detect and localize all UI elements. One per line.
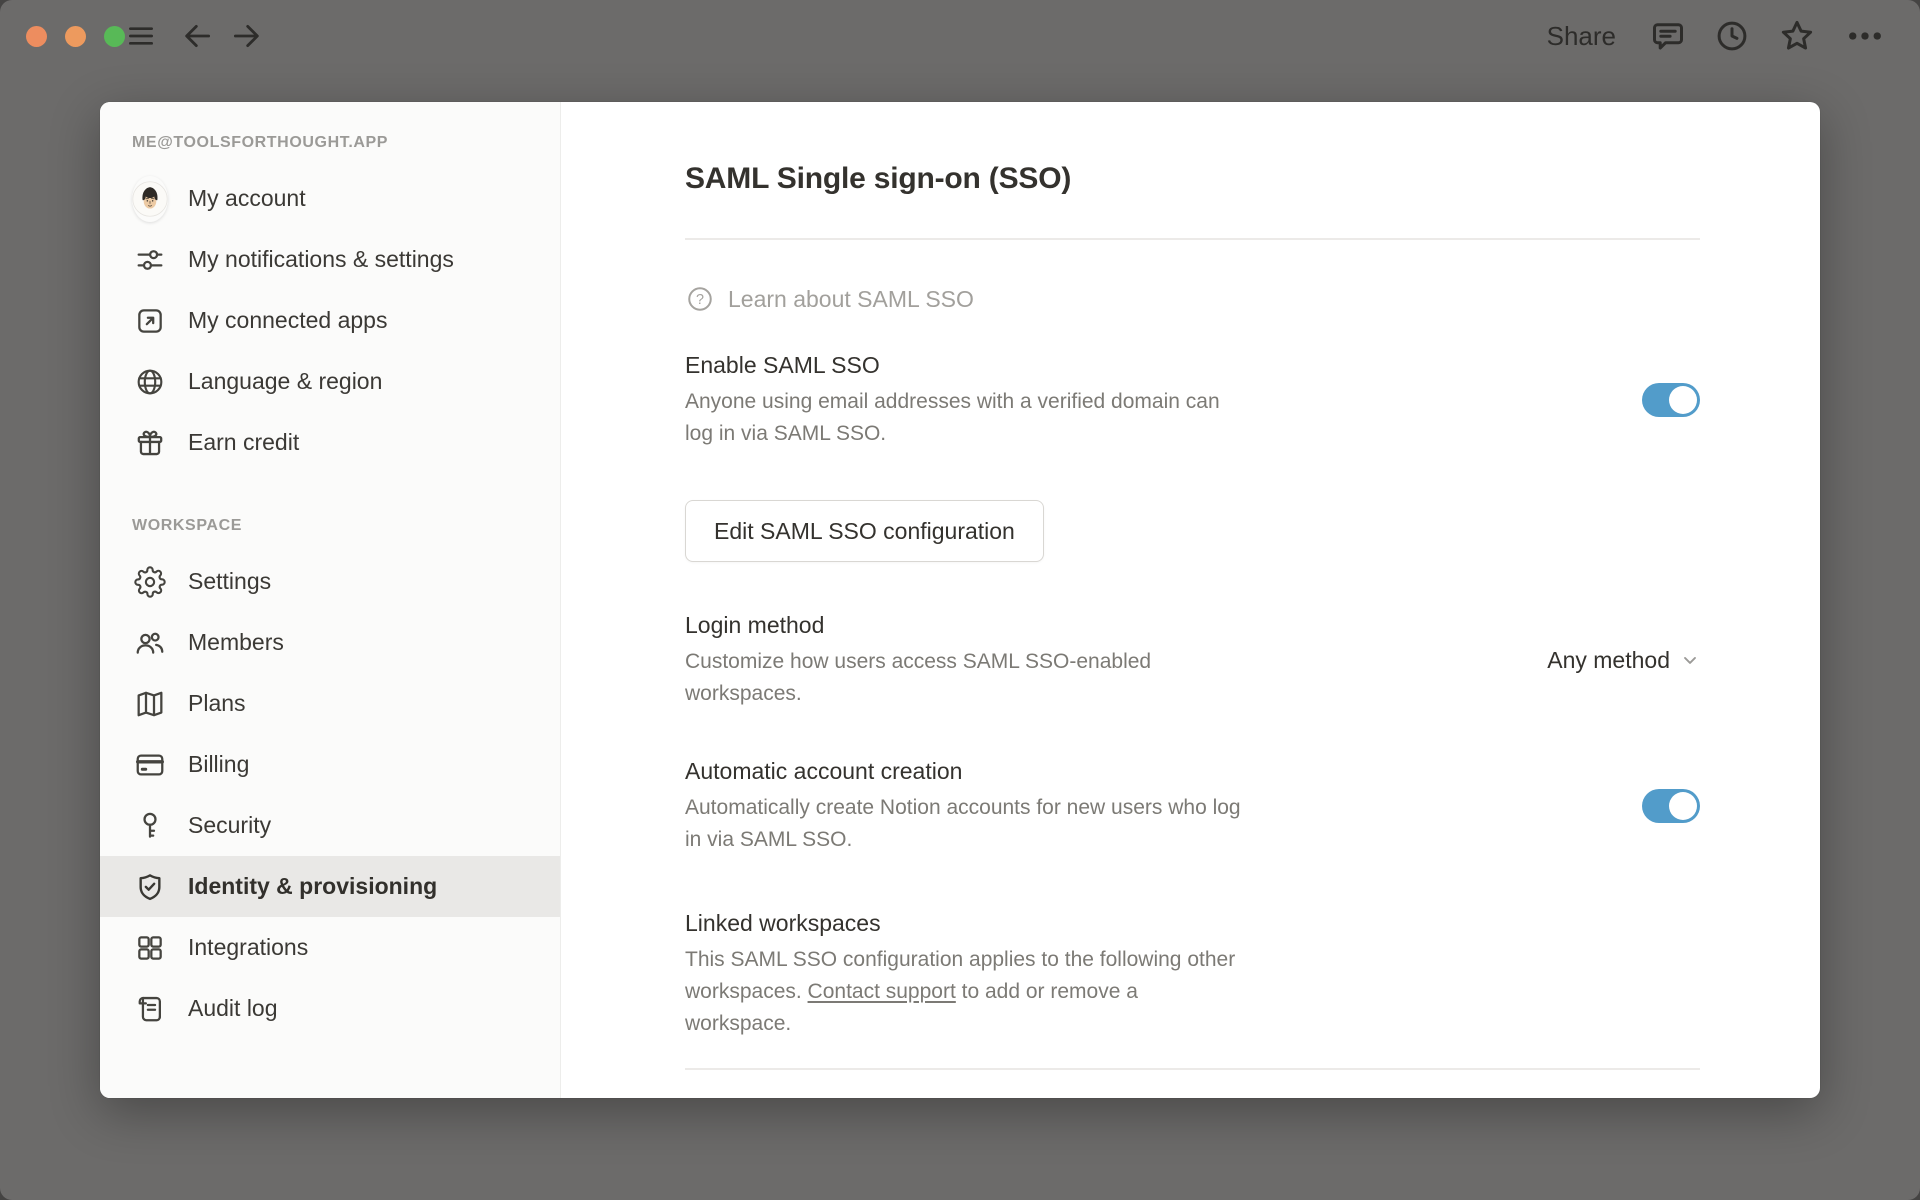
- chevron-down-icon: [1680, 650, 1700, 670]
- login-method-section: Login method Customize how users access …: [685, 610, 1700, 710]
- hamburger-menu-icon[interactable]: [125, 20, 157, 52]
- automatic-account-creation-section: Automatic account creation Automatically…: [685, 756, 1700, 856]
- sidebar-item-label: Earn credit: [188, 429, 300, 455]
- sidebar-item-label: Settings: [188, 568, 272, 594]
- question-circle-icon: ?: [685, 284, 715, 314]
- window-titlebar: Share: [0, 0, 1920, 72]
- auto-account-description: Automatically create Notion accounts for…: [685, 796, 1241, 851]
- edit-saml-configuration-button[interactable]: Edit SAML SSO configuration: [685, 500, 1044, 562]
- sidebar-item-connected-apps[interactable]: My connected apps: [100, 290, 560, 351]
- scroll-icon: [132, 991, 168, 1027]
- sidebar-item-members[interactable]: Members: [100, 612, 560, 673]
- enable-saml-section: Enable SAML SSO Anyone using email addre…: [685, 350, 1700, 450]
- settings-sidebar: ME@TOOLSFORTHOUGHT.APP My account My not…: [100, 102, 561, 1098]
- sidebar-item-label: Plans: [188, 690, 246, 716]
- zoom-window-button[interactable]: [104, 25, 125, 47]
- sidebar-item-label: Language & region: [188, 368, 383, 394]
- sidebar-item-settings[interactable]: Settings: [100, 551, 560, 612]
- traffic-lights: [0, 25, 125, 47]
- avatar: [132, 180, 168, 217]
- enable-saml-description: Anyone using email addresses with a veri…: [685, 390, 1220, 445]
- sidebar-item-label: Audit log: [188, 995, 278, 1021]
- sidebar-item-identity-provisioning[interactable]: Identity & provisioning: [100, 856, 560, 917]
- page-title: SAML Single sign-on (SSO): [685, 162, 1072, 195]
- share-button[interactable]: Share: [1541, 20, 1622, 53]
- sidebar-item-label: My connected apps: [188, 307, 388, 333]
- divider: [685, 1068, 1700, 1070]
- learn-link-label: Learn about SAML SSO: [728, 285, 974, 312]
- account-section-header: ME@TOOLSFORTHOUGHT.APP: [132, 134, 389, 151]
- login-method-title: Login method: [685, 612, 825, 638]
- back-arrow-icon[interactable]: [181, 19, 215, 53]
- sidebar-item-label: Billing: [188, 751, 250, 777]
- sidebar-item-label: Integrations: [188, 934, 309, 960]
- settings-modal: ME@TOOLSFORTHOUGHT.APP My account My not…: [100, 102, 1820, 1098]
- svg-text:?: ?: [696, 292, 704, 308]
- gear-icon: [132, 564, 168, 600]
- forward-arrow-icon[interactable]: [229, 19, 263, 53]
- app-window: Share ME@TOOLSFORTHOUGHT.APP My account …: [0, 0, 1920, 1200]
- linked-workspaces-description: This SAML SSO configuration applies to t…: [685, 944, 1245, 1040]
- login-method-description: Customize how users access SAML SSO-enab…: [685, 650, 1152, 705]
- shield-check-icon: [132, 869, 168, 905]
- globe-icon: [132, 364, 168, 400]
- gift-icon: [132, 425, 168, 461]
- sliders-icon: [132, 242, 168, 278]
- favorite-star-icon[interactable]: [1778, 17, 1816, 55]
- sidebar-item-audit-log[interactable]: Audit log: [100, 978, 560, 1039]
- divider: [685, 238, 1700, 240]
- sidebar-item-integrations[interactable]: Integrations: [100, 917, 560, 978]
- sidebar-item-earn-credit[interactable]: Earn credit: [100, 412, 560, 473]
- auto-account-toggle[interactable]: [1642, 789, 1700, 823]
- grid-icon: [132, 930, 168, 966]
- sidebar-item-label: My notifications & settings: [188, 246, 454, 272]
- sidebar-item-label: Identity & provisioning: [188, 873, 438, 899]
- map-icon: [132, 686, 168, 722]
- enable-saml-toggle[interactable]: [1642, 383, 1700, 417]
- key-icon: [132, 808, 168, 844]
- members-icon: [132, 625, 168, 661]
- arrow-out-box-icon: [132, 303, 168, 339]
- sidebar-item-label: Security: [188, 812, 272, 838]
- enable-saml-title: Enable SAML SSO: [685, 352, 880, 378]
- workspace-section-header: WORKSPACE: [132, 517, 242, 534]
- history-clock-icon[interactable]: [1714, 18, 1750, 54]
- minimize-window-button[interactable]: [65, 25, 86, 47]
- learn-about-saml-link[interactable]: ? Learn about SAML SSO: [685, 284, 1700, 314]
- login-method-dropdown[interactable]: Any method: [1547, 647, 1700, 674]
- more-options-ellipsis-icon[interactable]: [1844, 15, 1886, 57]
- contact-support-link[interactable]: Contact support: [808, 980, 956, 1003]
- auto-account-title: Automatic account creation: [685, 758, 963, 784]
- toggle-knob: [1669, 792, 1697, 820]
- sidebar-item-security[interactable]: Security: [100, 795, 560, 856]
- comments-icon[interactable]: [1650, 18, 1686, 54]
- sidebar-item-label: Members: [188, 629, 284, 655]
- sidebar-item-notifications[interactable]: My notifications & settings: [100, 229, 560, 290]
- linked-workspaces-section: Linked workspaces This SAML SSO configur…: [685, 908, 1700, 1040]
- login-method-value: Any method: [1547, 646, 1670, 673]
- credit-card-icon: [132, 747, 168, 783]
- sidebar-item-plans[interactable]: Plans: [100, 673, 560, 734]
- close-window-button[interactable]: [26, 25, 47, 47]
- sidebar-item-my-account[interactable]: My account: [100, 168, 560, 229]
- toggle-knob: [1669, 386, 1697, 414]
- sidebar-item-label: My account: [188, 185, 306, 211]
- linked-workspaces-title: Linked workspaces: [685, 910, 881, 936]
- sidebar-item-language-region[interactable]: Language & region: [100, 351, 560, 412]
- settings-content: SAML Single sign-on (SSO) ? Learn about …: [561, 102, 1820, 1098]
- sidebar-item-billing[interactable]: Billing: [100, 734, 560, 795]
